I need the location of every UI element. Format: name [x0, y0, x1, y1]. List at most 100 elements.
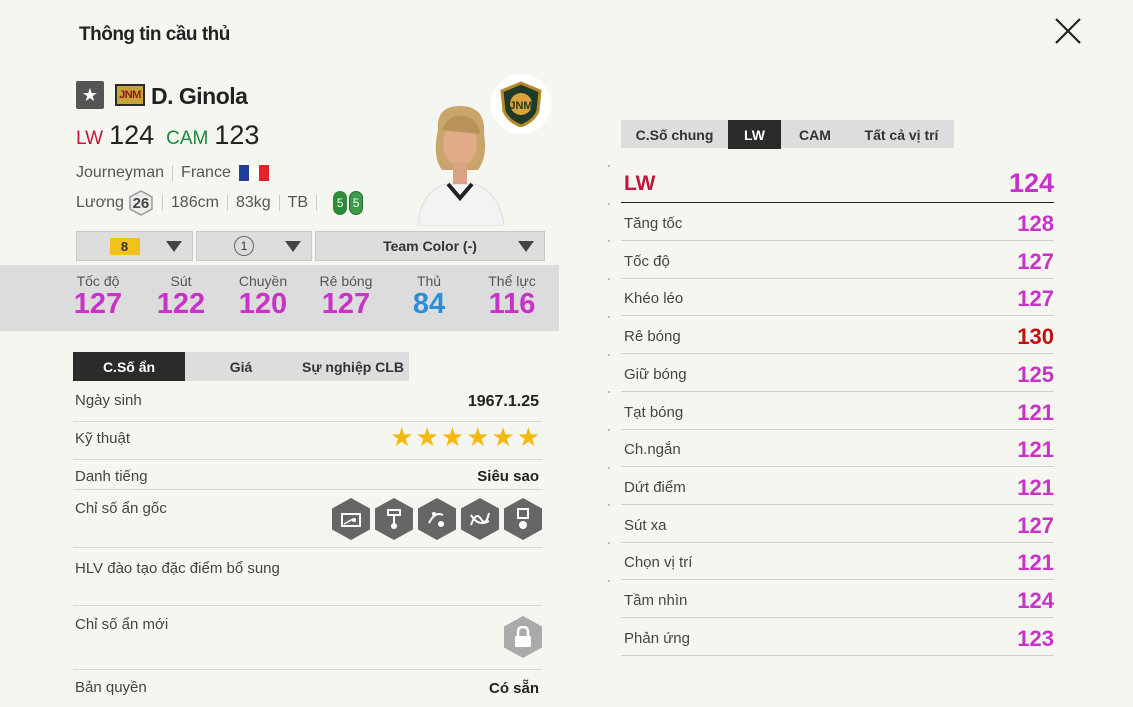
position-tabs: C.Số chung LW CAM Tất cả vị trí — [621, 120, 954, 149]
stat-pace: Tốc độ 127 — [58, 273, 138, 319]
attribute-label: Phản ứng — [624, 630, 690, 647]
attribute-row: Giữ bóng 125 — [621, 354, 1054, 392]
team-color-count-value: 1 — [234, 236, 254, 256]
upgrade-level-dropdown[interactable]: 8 — [76, 231, 193, 261]
svg-text:JNM: JNM — [509, 100, 532, 112]
favorite-star-icon[interactable]: ★ — [76, 81, 104, 109]
tab-hidden-stats[interactable]: C.Số ẩn — [73, 352, 185, 381]
lock-icon[interactable] — [504, 616, 542, 658]
chevron-down-icon — [166, 241, 182, 252]
tab-general[interactable]: C.Số chung — [621, 120, 728, 149]
trait-power-header-icon[interactable] — [504, 498, 542, 540]
tab-price[interactable]: Giá — [185, 352, 297, 381]
attribute-value: 121 — [1017, 437, 1054, 462]
row-marker — [608, 240, 610, 242]
birthdate-label: Ngày sinh — [75, 392, 142, 409]
attribute-label: Giữ bóng — [624, 366, 687, 383]
attribute-row: Tầm nhìn 124 — [621, 580, 1054, 618]
row-marker — [608, 391, 610, 393]
stat-value: 84 — [412, 288, 446, 320]
height: 186cm — [170, 194, 219, 211]
trait-long-shot-icon[interactable] — [332, 498, 370, 540]
row-marker — [608, 580, 610, 582]
player-meta: Journeyman France — [76, 164, 269, 182]
attribute-value: 127 — [1017, 513, 1054, 538]
page-title: Thông tin cầu thủ — [79, 24, 230, 45]
row-traits: Chỉ số ẩn gốc — [73, 490, 542, 548]
attribute-row: Tốc độ 127 — [621, 241, 1054, 279]
row-coach-traits: HLV đào tạo đặc điểm bổ sung — [73, 548, 542, 606]
star-icon: ★ — [516, 422, 540, 452]
season-badge: JNM — [115, 84, 145, 106]
row-marker — [608, 316, 610, 318]
star-icon: ★ — [390, 422, 414, 452]
trait-speed-dribbler-icon[interactable] — [418, 498, 456, 540]
stat-label: Tốc độ — [76, 273, 120, 289]
row-marker — [608, 203, 610, 205]
fame-label: Danh tiếng — [75, 468, 148, 485]
upgrade-level-value: 8 — [109, 237, 140, 255]
info-tabs: C.Số ẩn Giá Sự nghiệp CLB — [73, 352, 409, 381]
position-ovr: 123 — [214, 120, 260, 150]
attribute-value: 121 — [1017, 475, 1054, 500]
attribute-value: 127 — [1017, 286, 1054, 311]
attribute-value: 121 — [1017, 550, 1054, 575]
trait-flair-icon[interactable] — [461, 498, 499, 540]
team-color-dropdown[interactable]: Team Color (-) — [315, 231, 545, 261]
stat-value: 122 — [156, 288, 206, 320]
attribute-label: Khéo léo — [624, 290, 684, 307]
stat-label: Thủ — [416, 273, 442, 289]
coach-traits-label: HLV đào tạo đặc điểm bổ sung — [75, 560, 280, 577]
chevron-down-icon — [518, 241, 534, 252]
chevron-down-icon — [285, 241, 301, 252]
tab-lw[interactable]: LW — [728, 120, 781, 149]
license-label: Bản quyền — [75, 679, 147, 696]
attribute-label: Ch.ngắn — [624, 441, 681, 458]
attribute-row: Chọn vị trí 121 — [621, 542, 1054, 580]
nation: France — [181, 164, 231, 181]
stat-value: 127 — [73, 288, 123, 320]
row-marker — [608, 429, 610, 431]
stat-label: Rê bóng — [319, 273, 373, 289]
trait-finesse-icon[interactable] — [375, 498, 413, 540]
attribute-row: Rê bóng 130 — [621, 316, 1054, 354]
attribute-value: 125 — [1017, 362, 1054, 387]
trait-icons — [332, 498, 542, 540]
tab-cam[interactable]: CAM — [781, 120, 849, 149]
tab-club-career[interactable]: Sự nghiệp CLB — [297, 352, 409, 381]
new-traits-label: Chỉ số ẩn mới — [75, 616, 169, 633]
attribute-row: Tạt bóng 121 — [621, 392, 1054, 430]
tab-all-positions[interactable]: Tất cả vị trí — [849, 120, 954, 149]
row-skill: Kỹ thuật ★ ★ ★ ★ ★ ★ — [73, 422, 542, 460]
attribute-label: Tốc độ — [624, 253, 670, 270]
row-marker — [608, 165, 610, 167]
stat-label: Thể lực — [488, 273, 536, 289]
stat-dribbling: Rê bóng 127 — [306, 273, 386, 319]
attribute-value: 123 — [1017, 626, 1054, 651]
attribute-label: Chọn vị trí — [624, 554, 693, 571]
row-marker — [608, 542, 610, 544]
attribute-label: Tạt bóng — [624, 404, 684, 421]
attribute-value: 121 — [1017, 400, 1054, 425]
attribute-value: 128 — [1017, 211, 1054, 236]
fame-value: Siêu sao — [477, 468, 539, 485]
player-name: D. Ginola — [151, 83, 248, 109]
right-foot: 5 — [349, 191, 364, 215]
attribute-row: Tăng tốc 128 — [621, 203, 1054, 241]
traits-label: Chỉ số ẩn gốc — [75, 500, 167, 517]
salary-badge: 26 — [128, 190, 154, 216]
position-ovr-row: LW 124 — [621, 165, 1054, 203]
row-marker — [608, 278, 610, 280]
salary-value: 26 — [132, 194, 150, 212]
attribute-value: 124 — [1017, 588, 1054, 613]
license-value: Có sẵn — [488, 680, 539, 697]
row-marker — [608, 467, 610, 469]
stat-defending: Thủ 84 — [389, 273, 469, 319]
attribute-label: Rê bóng — [624, 328, 681, 345]
position-ovr-value: 124 — [1008, 168, 1054, 198]
team-color-count-dropdown[interactable]: 1 — [196, 231, 312, 261]
close-icon[interactable] — [1052, 15, 1084, 47]
star-icon: ★ — [415, 422, 439, 452]
france-flag-icon — [238, 164, 269, 181]
position-label: LW — [76, 128, 104, 149]
